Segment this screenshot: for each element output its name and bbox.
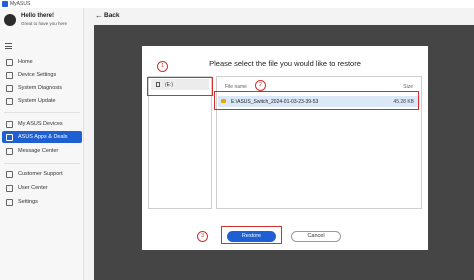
- column-header-size: Size: [403, 84, 413, 90]
- highlight-file: [214, 91, 419, 110]
- sidebar-item-label: Device Settings: [18, 72, 57, 78]
- sidebar-divider: [4, 163, 80, 164]
- highlight-restore: [221, 226, 282, 244]
- sidebar-item-label: Home: [18, 59, 33, 65]
- step-badge-3: 3: [197, 231, 208, 242]
- highlight-drive: [147, 77, 213, 96]
- sidebar-item-message-center[interactable]: Message Center: [2, 145, 82, 157]
- column-header-file-name: File name: [225, 84, 247, 90]
- sidebar-item-label: ASUS Apps & Deals: [18, 134, 68, 140]
- back-button[interactable]: Back: [104, 12, 120, 19]
- sidebar-item-label: Settings: [18, 199, 38, 205]
- sidebar-item-user-center[interactable]: User Center: [2, 182, 82, 194]
- sidebar-item-label: System Update: [18, 98, 56, 104]
- home-icon: [6, 58, 13, 66]
- sidebar-item-label: User Center: [18, 185, 48, 191]
- sidebar-item-label: System Diagnosis: [18, 85, 63, 91]
- diagnosis-icon: [6, 84, 13, 92]
- sidebar-item-label: My ASUS Devices: [18, 121, 63, 127]
- sidebar-item-home[interactable]: Home: [2, 56, 82, 68]
- sidebar-item-label: Message Center: [18, 148, 59, 154]
- main-header: ← Back: [85, 8, 474, 24]
- settings-icon: [6, 198, 13, 206]
- sidebar-divider: [4, 112, 80, 113]
- menu-icon[interactable]: [5, 43, 12, 49]
- profile-greeting: Hello there!: [21, 13, 55, 19]
- sidebar-item-system-diagnosis[interactable]: System Diagnosis: [2, 82, 82, 94]
- sidebar: Hello there! Great to have you here Home…: [0, 8, 84, 280]
- back-arrow-icon[interactable]: ←: [95, 11, 103, 20]
- device-settings-icon: [6, 71, 13, 79]
- step-badge-2: 2: [255, 80, 266, 91]
- devices-icon: [6, 120, 13, 128]
- app-title: MyASUS: [10, 1, 31, 7]
- dialog-title: Please select the file you would like to…: [209, 59, 361, 68]
- sidebar-item-system-update[interactable]: System Update: [2, 95, 82, 107]
- message-icon: [6, 147, 13, 155]
- cancel-button[interactable]: Cancel: [291, 231, 341, 242]
- sidebar-item-label: Customer Support: [18, 171, 63, 177]
- sidebar-item-device-settings[interactable]: Device Settings: [2, 69, 82, 81]
- app-logo-icon: [2, 1, 8, 7]
- update-icon: [6, 97, 13, 105]
- support-icon: [6, 170, 13, 178]
- title-bar: MyASUS: [0, 0, 474, 8]
- sidebar-item-settings[interactable]: Settings: [2, 196, 82, 208]
- apps-icon: [6, 133, 13, 141]
- sidebar-item-asus-apps-deals[interactable]: ASUS Apps & Deals: [2, 131, 82, 143]
- avatar[interactable]: [4, 14, 16, 26]
- user-icon: [6, 184, 13, 192]
- sidebar-item-customer-support[interactable]: Customer Support: [2, 168, 82, 180]
- profile-subtitle: Great to have you here: [21, 21, 68, 26]
- profile-card[interactable]: Hello there! Great to have you here: [4, 12, 82, 32]
- step-badge-1: 1: [157, 61, 168, 72]
- sidebar-item-my-asus-devices[interactable]: My ASUS Devices: [2, 118, 82, 130]
